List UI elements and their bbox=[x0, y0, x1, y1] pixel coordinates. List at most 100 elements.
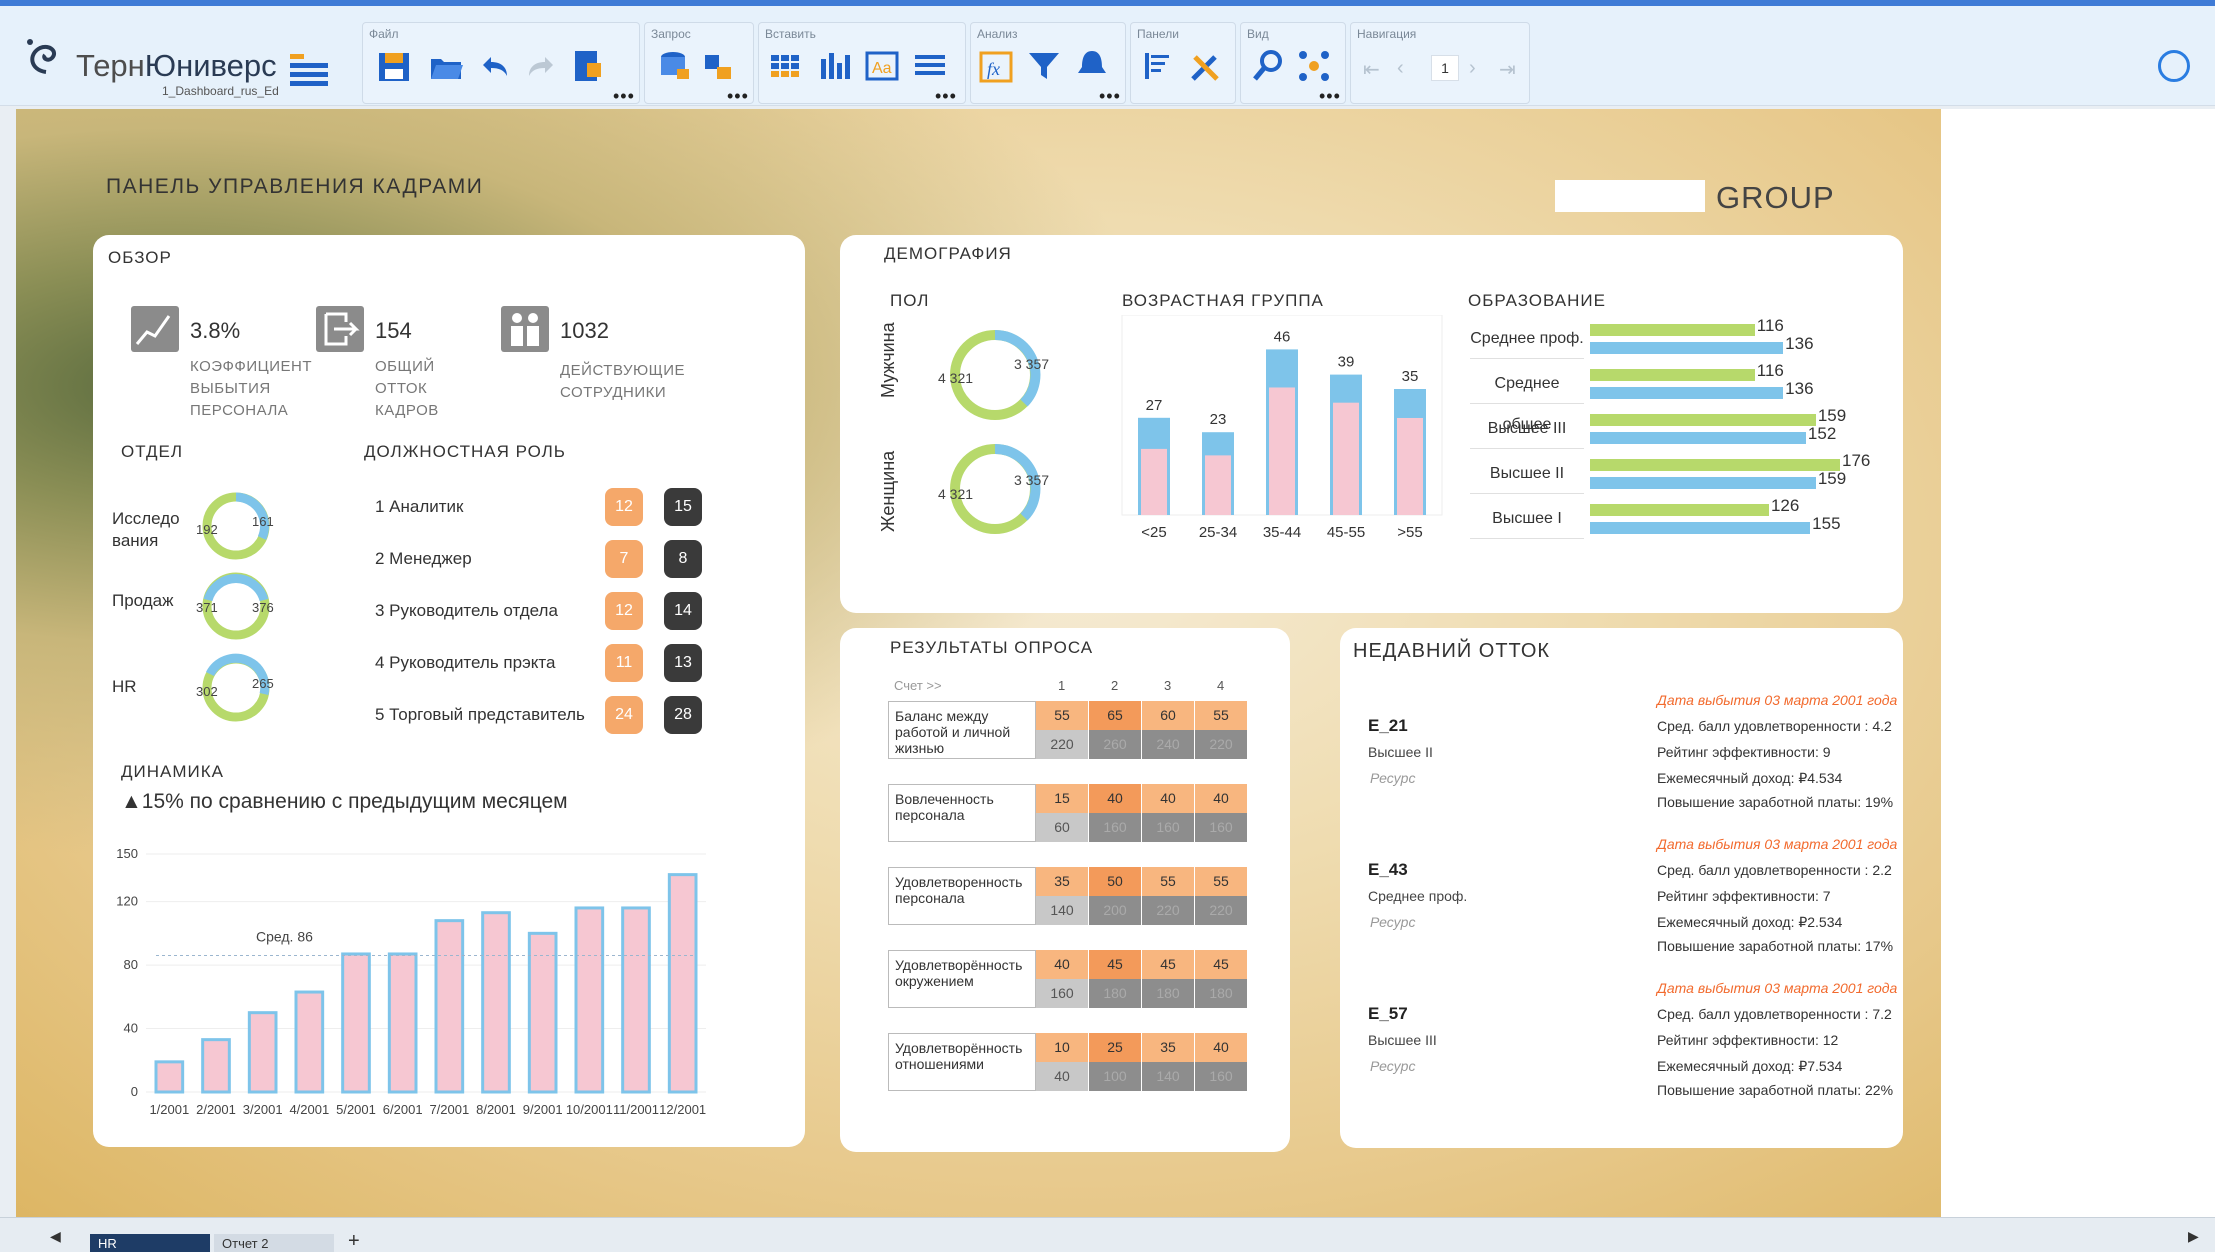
group-label: Вставить bbox=[765, 27, 816, 41]
table-icon[interactable] bbox=[765, 45, 807, 87]
survey-cell-top: 40 bbox=[1142, 784, 1194, 813]
churn-raise: Повышение заработной платы: 22% bbox=[1657, 1082, 1894, 1098]
age-bar-inner bbox=[1397, 417, 1423, 515]
last-page-icon[interactable]: ⇥ bbox=[1499, 57, 1516, 82]
dynamics-bar bbox=[201, 1038, 231, 1094]
tab-report-2[interactable]: Отчет 2 bbox=[214, 1234, 334, 1252]
transform-icon[interactable] bbox=[697, 45, 739, 87]
group-analysis: Анализ fx ••• bbox=[970, 22, 1126, 105]
group-query: Запрос ••• bbox=[644, 22, 754, 105]
more-dots[interactable]: ••• bbox=[935, 87, 957, 105]
age-value-label: 23 bbox=[1210, 411, 1227, 428]
save-icon[interactable] bbox=[373, 45, 415, 87]
user-account-icon[interactable] bbox=[2158, 50, 2190, 82]
add-tab-button[interactable]: + bbox=[348, 1230, 360, 1252]
avg-label: Сред. 86 bbox=[256, 929, 313, 945]
formula-icon[interactable]: fx bbox=[975, 45, 1017, 87]
role-row-label: 5 Торговый представитель bbox=[375, 705, 585, 724]
filter-icon[interactable] bbox=[1023, 45, 1065, 87]
education-bar-a bbox=[1590, 504, 1769, 516]
scroll-left-icon[interactable]: ◀ bbox=[50, 1228, 61, 1245]
sort-icon[interactable] bbox=[1137, 45, 1179, 87]
text-icon[interactable]: Aa bbox=[861, 45, 903, 87]
survey-cell-bottom: 180 bbox=[1142, 979, 1194, 1008]
x-tick-label: 5/2001 bbox=[336, 1102, 376, 1117]
kpi-active-label: ДЕЙСТВУЮЩИЕ СОТРУДНИКИ bbox=[560, 362, 685, 401]
survey-cell-bottom: 220 bbox=[1036, 730, 1088, 759]
survey-cell-bottom: 160 bbox=[1089, 813, 1141, 842]
more-dots[interactable]: ••• bbox=[1099, 87, 1121, 105]
churn-employee-id: E_21 bbox=[1368, 716, 1408, 735]
education-value-a: 116 bbox=[1756, 361, 1784, 380]
education-bar-b bbox=[1590, 342, 1784, 354]
more-dots[interactable]: ••• bbox=[613, 87, 635, 105]
role-badge-a: 12 bbox=[605, 592, 643, 630]
role-badge-a: 12 bbox=[605, 488, 643, 526]
survey-cell-bottom: 240 bbox=[1142, 730, 1194, 759]
alert-icon[interactable] bbox=[1071, 45, 1113, 87]
survey-cell-top: 45 bbox=[1089, 950, 1141, 979]
tools-icon[interactable] bbox=[1185, 45, 1227, 87]
network-icon[interactable] bbox=[1293, 45, 1335, 87]
survey-cell-bottom: 100 bbox=[1089, 1062, 1141, 1091]
education-value-b: 152 bbox=[1807, 424, 1837, 443]
x-tick-label: 2/2001 bbox=[196, 1102, 236, 1117]
tab-hr[interactable]: HR bbox=[90, 1234, 210, 1252]
survey-cell-top: 40 bbox=[1089, 784, 1141, 813]
next-page-icon[interactable]: › bbox=[1469, 57, 1476, 80]
scroll-right-icon[interactable]: ▶ bbox=[2188, 1228, 2199, 1245]
prev-page-icon[interactable]: ‹ bbox=[1397, 57, 1404, 80]
role-row-label: 4 Руководитель прэкта bbox=[375, 653, 556, 672]
export-icon[interactable] bbox=[567, 45, 609, 87]
open-folder-icon[interactable] bbox=[425, 45, 467, 87]
x-tick-label: 3/2001 bbox=[243, 1102, 283, 1117]
bar-chart-icon[interactable] bbox=[813, 45, 855, 87]
churn-date: Дата выбытия 03 марта 2001 года bbox=[1657, 836, 1898, 852]
list-icon[interactable] bbox=[909, 45, 951, 87]
kpi-active-value: 1032 bbox=[560, 318, 609, 343]
dynamics-bar bbox=[294, 990, 325, 1094]
x-tick-label: 6/2001 bbox=[383, 1102, 423, 1117]
education-value-b: 155 bbox=[1812, 514, 1841, 533]
education-bar-b bbox=[1590, 522, 1811, 534]
y-tick-label: 120 bbox=[116, 894, 138, 909]
dept-sales-label: Продаж bbox=[112, 591, 174, 610]
more-dots[interactable]: ••• bbox=[1319, 87, 1341, 105]
employees-icon bbox=[501, 306, 549, 352]
education-value-b: 159 bbox=[1817, 469, 1847, 488]
role-row-label: 3 Руководитель отдела bbox=[375, 601, 558, 620]
zoom-icon[interactable] bbox=[1247, 45, 1289, 87]
role-badge-b: 28 bbox=[664, 696, 702, 734]
company-logo-mask bbox=[1555, 180, 1705, 212]
survey-cell-bottom: 140 bbox=[1142, 1062, 1194, 1091]
redo-icon[interactable] bbox=[521, 45, 563, 87]
survey-cell-top: 60 bbox=[1142, 701, 1194, 730]
dept-hr-a: 302 bbox=[196, 684, 218, 699]
more-dots[interactable]: ••• bbox=[727, 87, 749, 105]
churn-employee-id: E_57 bbox=[1368, 1004, 1408, 1023]
svg-text:fx: fx bbox=[987, 59, 1000, 79]
churn-education: Среднее проф. bbox=[1368, 888, 1468, 904]
group-file: Файл ••• bbox=[362, 22, 640, 105]
age-value-label: 46 bbox=[1274, 328, 1291, 345]
kpi-churn-value: 154 bbox=[375, 318, 412, 343]
age-category-label: <25 bbox=[1141, 524, 1166, 541]
dynamics-bar bbox=[667, 873, 698, 1094]
ribbon-toolbar: ТернЮниверс 1_Dashboard_rus_Ed Файл ••• … bbox=[0, 6, 2215, 106]
survey-cell-bottom: 220 bbox=[1142, 896, 1194, 925]
kpi-turnover-label: КОЭФФИЦИЕНТ ВЫБЫТИЯ ПЕРСОНАЛА bbox=[190, 358, 312, 419]
group-panels: Панели bbox=[1130, 22, 1236, 104]
age-chart: 27 <25 23 25-34 46 35-44 39 45-55 35 >55 bbox=[1121, 315, 1443, 541]
survey-cell-bottom: 180 bbox=[1089, 979, 1141, 1008]
survey-cell-top: 40 bbox=[1036, 950, 1088, 979]
survey-row-label: Удовлетворённость окружением bbox=[888, 950, 1036, 1008]
age-bar-inner bbox=[1333, 402, 1359, 515]
survey-cell-bottom: 160 bbox=[1195, 1062, 1247, 1091]
page-number-input[interactable]: 1 bbox=[1431, 55, 1459, 81]
survey-cell-top: 65 bbox=[1089, 701, 1141, 730]
x-tick-label: 12/2001 bbox=[659, 1102, 706, 1117]
query-icon[interactable] bbox=[653, 45, 695, 87]
undo-icon[interactable] bbox=[473, 45, 515, 87]
first-page-icon[interactable]: ⇤ bbox=[1363, 57, 1380, 82]
sheet-tab-bar: ◀ HR Отчет 2 + ▶ bbox=[0, 1217, 2215, 1252]
